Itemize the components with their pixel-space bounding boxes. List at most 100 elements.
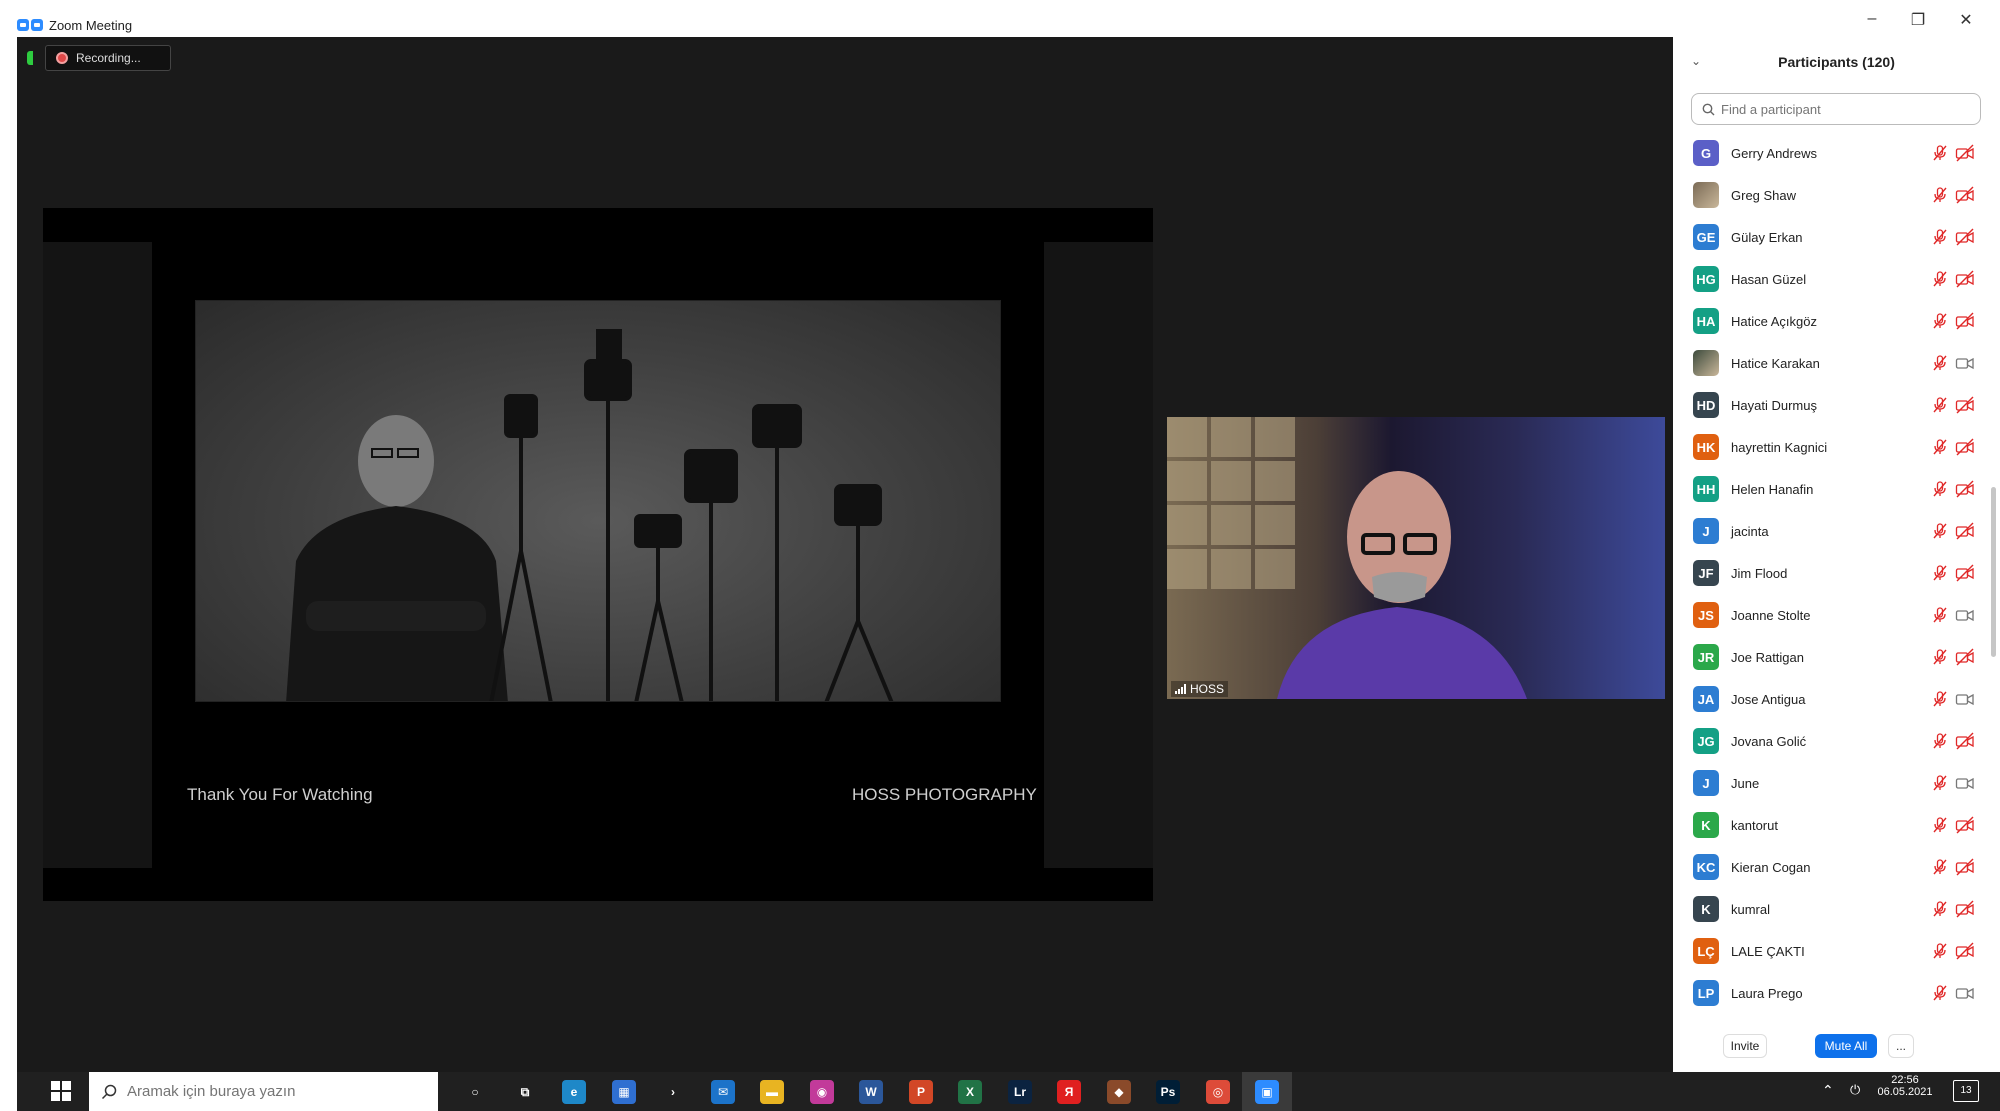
mic-muted-icon[interactable]: [1931, 396, 1949, 414]
close-button[interactable]: ✕: [1946, 10, 1986, 30]
participant-row[interactable]: Kkumral: [1673, 888, 2000, 930]
taskbar-search-input[interactable]: [127, 1083, 427, 1100]
network-icon[interactable]: ⏻: [1850, 1082, 1860, 1098]
taskbar-cortana-icon[interactable]: ○: [463, 1080, 487, 1104]
video-off-icon[interactable]: [1955, 396, 1975, 414]
participant-row[interactable]: J June: [1673, 762, 2000, 804]
mic-muted-icon[interactable]: [1931, 732, 1949, 750]
video-off-icon[interactable]: [1955, 816, 1975, 834]
taskbar-zoom-icon[interactable]: ▣: [1255, 1080, 1279, 1104]
video-off-icon[interactable]: [1955, 900, 1975, 918]
taskbar-edge-icon[interactable]: e: [562, 1080, 586, 1104]
mic-muted-icon[interactable]: [1931, 900, 1949, 918]
participant-row[interactable]: HK hayrettin Kagnici: [1673, 426, 2000, 468]
security-indicator-icon[interactable]: [27, 51, 33, 65]
mic-muted-icon[interactable]: [1931, 648, 1949, 666]
mic-muted-icon[interactable]: [1931, 774, 1949, 792]
taskbar-plex-icon[interactable]: ›: [661, 1080, 685, 1104]
video-off-icon[interactable]: [1955, 270, 1975, 288]
participant-row[interactable]: JF Jim Flood: [1673, 552, 2000, 594]
mic-muted-icon[interactable]: [1931, 984, 1949, 1002]
participant-row[interactable]: Hatice Karakan: [1673, 342, 2000, 384]
mic-muted-icon[interactable]: [1931, 144, 1949, 162]
taskbar-photoshop-icon[interactable]: Ps: [1156, 1080, 1180, 1104]
mic-muted-icon[interactable]: [1931, 312, 1949, 330]
mic-muted-icon[interactable]: [1931, 564, 1949, 582]
recording-indicator[interactable]: Recording...: [45, 45, 171, 71]
mic-muted-icon[interactable]: [1931, 480, 1949, 498]
taskbar-store-icon[interactable]: ▦: [612, 1080, 636, 1104]
participant-row[interactable]: HH Helen Hanafin: [1673, 468, 2000, 510]
mic-muted-icon[interactable]: [1931, 228, 1949, 246]
participant-row[interactable]: HD Hayati Durmuş: [1673, 384, 2000, 426]
invite-button[interactable]: Invite: [1723, 1034, 1767, 1058]
taskbar-mail-icon[interactable]: ✉: [711, 1080, 735, 1104]
participant-row[interactable]: GE Gülay Erkan: [1673, 216, 2000, 258]
video-off-icon[interactable]: [1955, 312, 1975, 330]
taskbar-photos-icon[interactable]: ◉: [810, 1080, 834, 1104]
mic-muted-icon[interactable]: [1931, 606, 1949, 624]
participant-row[interactable]: Greg Shaw: [1673, 174, 2000, 216]
video-on-icon[interactable]: [1955, 774, 1975, 792]
taskbar-package-icon[interactable]: ◆: [1107, 1080, 1131, 1104]
mic-muted-icon[interactable]: [1931, 858, 1949, 876]
video-on-icon[interactable]: [1955, 606, 1975, 624]
video-off-icon[interactable]: [1955, 438, 1975, 456]
video-off-icon[interactable]: [1955, 564, 1975, 582]
video-off-icon[interactable]: [1955, 858, 1975, 876]
participant-row[interactable]: Jjacinta: [1673, 510, 2000, 552]
participant-row[interactable]: Kkantorut: [1673, 804, 2000, 846]
mic-muted-icon[interactable]: [1931, 270, 1949, 288]
mic-muted-icon[interactable]: [1931, 816, 1949, 834]
taskbar-excel-icon[interactable]: X: [958, 1080, 982, 1104]
video-off-icon[interactable]: [1955, 732, 1975, 750]
participant-row[interactable]: G Gerry Andrews: [1673, 132, 2000, 174]
participant-list-scrollbar[interactable]: [1991, 487, 1996, 657]
taskbar-lightroom-icon[interactable]: Lr: [1008, 1080, 1032, 1104]
mic-muted-icon[interactable]: [1931, 522, 1949, 540]
video-off-icon[interactable]: [1955, 228, 1975, 246]
participant-row[interactable]: KC Kieran Cogan: [1673, 846, 2000, 888]
mic-muted-icon[interactable]: [1931, 186, 1949, 204]
participant-row[interactable]: JR Joe Rattigan: [1673, 636, 2000, 678]
video-off-icon[interactable]: [1955, 942, 1975, 960]
video-on-icon[interactable]: [1955, 354, 1975, 372]
notification-count: 13: [1960, 1085, 1972, 1096]
video-on-icon[interactable]: [1955, 984, 1975, 1002]
participant-row[interactable]: JG Jovana Golić: [1673, 720, 2000, 762]
participant-row[interactable]: HA Hatice Açıkgöz: [1673, 300, 2000, 342]
participant-row[interactable]: JS Joanne Stolte: [1673, 594, 2000, 636]
more-options-button[interactable]: ...: [1888, 1034, 1914, 1058]
video-off-icon[interactable]: [1955, 522, 1975, 540]
mute-all-button[interactable]: Mute All: [1815, 1034, 1877, 1058]
participant-search-input[interactable]: [1721, 101, 1961, 117]
restore-button[interactable]: ❐: [1898, 10, 1938, 30]
taskbar-explorer-icon[interactable]: ▬: [760, 1080, 784, 1104]
video-off-icon[interactable]: [1955, 144, 1975, 162]
taskbar-search[interactable]: [89, 1072, 438, 1111]
mic-muted-icon[interactable]: [1931, 438, 1949, 456]
participant-row[interactable]: JA Jose Antigua: [1673, 678, 2000, 720]
notifications-icon[interactable]: 13: [1953, 1080, 1979, 1102]
video-off-icon[interactable]: [1955, 186, 1975, 204]
mic-muted-icon[interactable]: [1931, 354, 1949, 372]
taskbar-taskview-icon[interactable]: ⧉: [513, 1080, 537, 1104]
video-off-icon[interactable]: [1955, 480, 1975, 498]
participant-video[interactable]: HOSS: [1167, 417, 1665, 699]
participant-row[interactable]: HG Hasan Güzel: [1673, 258, 2000, 300]
chevron-up-icon[interactable]: ⌃: [1822, 1082, 1834, 1099]
participant-row[interactable]: LÇ LALE ÇAKTI: [1673, 930, 2000, 972]
taskbar-yandex-icon[interactable]: Я: [1057, 1080, 1081, 1104]
video-off-icon[interactable]: [1955, 648, 1975, 666]
mic-muted-icon[interactable]: [1931, 942, 1949, 960]
taskbar-word-icon[interactable]: W: [859, 1080, 883, 1104]
minimize-button[interactable]: –: [1852, 10, 1892, 28]
participant-search[interactable]: [1691, 93, 1981, 125]
windows-start-icon[interactable]: [51, 1081, 71, 1101]
taskbar-clock[interactable]: 22:56 06.05.2021: [1870, 1074, 1940, 1098]
participant-row[interactable]: LP Laura Prego: [1673, 972, 2000, 1014]
taskbar-powerpoint-icon[interactable]: P: [909, 1080, 933, 1104]
taskbar-chrome-icon[interactable]: ◎: [1206, 1080, 1230, 1104]
mic-muted-icon[interactable]: [1931, 690, 1949, 708]
video-on-icon[interactable]: [1955, 690, 1975, 708]
